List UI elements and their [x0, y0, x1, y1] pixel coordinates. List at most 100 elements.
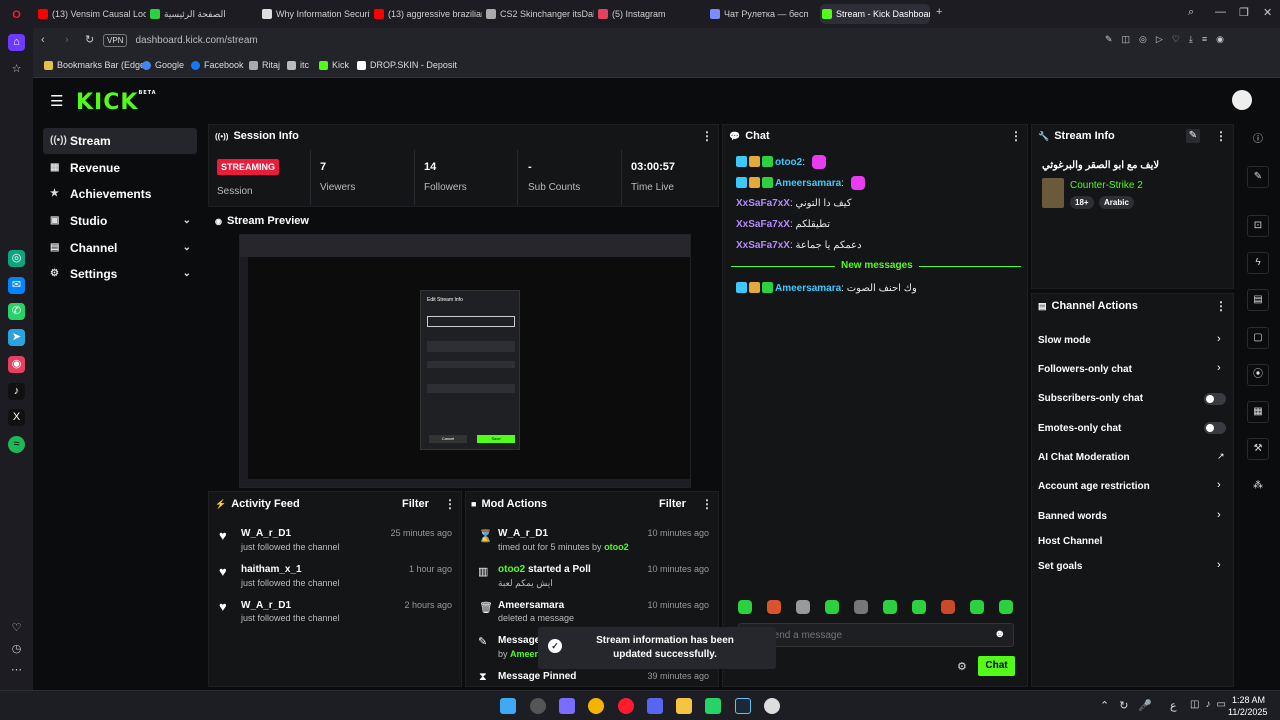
wrench-icon[interactable]: ⚒ — [1247, 438, 1269, 460]
forward-icon[interactable]: › — [65, 34, 69, 46]
mod-user[interactable]: otoo2 started a Poll — [498, 564, 591, 575]
browser-tab[interactable]: Чат Рулетка — бесп — [708, 4, 818, 24]
tray-icons[interactable]: ⌃↻🎤 — [1100, 699, 1162, 712]
chrome-icon[interactable] — [588, 698, 604, 714]
browser-tab[interactable]: الصفحة الرئيسية — [148, 4, 258, 24]
browser-tab[interactable]: (13) Vensim Causal Loop [ — [36, 4, 146, 24]
emote-icon[interactable] — [970, 600, 984, 614]
browser-tab[interactable]: CS2 Skinchanger itsDaBoR — [484, 4, 594, 24]
user-avatar[interactable] — [1232, 90, 1252, 110]
emote-icon[interactable] — [883, 600, 897, 614]
kebab-menu-icon[interactable]: ⋮ — [444, 497, 456, 511]
chat-send-button[interactable]: Chat — [978, 656, 1015, 676]
activity-user[interactable]: W_A_r_D1 — [241, 528, 291, 539]
chevron-right-icon[interactable]: › — [1217, 479, 1221, 491]
tray-status-icons[interactable]: ◫♪▭ — [1190, 699, 1232, 710]
file-explorer-icon[interactable] — [676, 698, 692, 714]
bookmark[interactable]: DROP.SKIN - Deposit — [357, 60, 457, 70]
toolbar-icons[interactable]: ✎◫◎▷♡⤓≡◉ — [1105, 34, 1233, 45]
mod-user[interactable]: Message Pinned — [498, 671, 576, 682]
kebab-menu-icon[interactable]: ⋮ — [1215, 129, 1227, 143]
ai-chat-moderation-item[interactable]: AI Chat Moderation — [1038, 452, 1130, 463]
chat-input[interactable] — [738, 623, 1014, 647]
emote-icon[interactable] — [738, 600, 752, 614]
slow-mode-item[interactable]: Slow mode — [1038, 335, 1091, 346]
host-channel-item[interactable]: Host Channel — [1038, 536, 1102, 547]
search-icon[interactable] — [530, 698, 546, 714]
emote-icon[interactable] — [796, 600, 810, 614]
category-thumbnail[interactable] — [1042, 178, 1064, 208]
clock-date[interactable]: 11/2/2025 — [1228, 707, 1267, 717]
tiktok-icon[interactable]: ♪ — [8, 383, 25, 400]
search-tabs-icon[interactable]: ⌕ — [1188, 6, 1194, 19]
mod-user[interactable]: Ameersamara — [498, 600, 564, 611]
chevron-right-icon[interactable]: › — [1217, 559, 1221, 571]
chevron-right-icon[interactable]: › — [1217, 362, 1221, 374]
more-icon[interactable]: ⋯ — [8, 662, 25, 679]
banned-words-item[interactable]: Banned words — [1038, 511, 1107, 522]
emote-icon[interactable] — [854, 600, 868, 614]
activity-user[interactable]: W_A_r_D1 — [241, 600, 291, 611]
chat-username[interactable]: XxSaFa7xX — [736, 219, 790, 230]
opera-logo-icon[interactable]: O — [8, 7, 25, 24]
spotify-icon[interactable]: ≈ — [8, 436, 25, 453]
nav-settings[interactable]: ⚙ Settings ⌄ — [43, 261, 197, 287]
info-icon[interactable]: ⓘ — [1247, 130, 1269, 152]
bookmark[interactable]: Facebook — [191, 60, 244, 70]
account-age-item[interactable]: Account age restriction — [1038, 481, 1150, 492]
edit-icon[interactable]: ✎ — [1186, 129, 1200, 143]
history-icon[interactable]: ◷ — [8, 641, 25, 658]
kebab-menu-icon[interactable]: ⋮ — [701, 129, 713, 143]
instagram-icon[interactable]: ◉ — [8, 356, 25, 373]
followers-only-item[interactable]: Followers-only chat — [1038, 364, 1132, 375]
whatsapp-icon[interactable]: ✆ — [8, 303, 25, 320]
document-icon[interactable]: ▤ — [1247, 289, 1269, 311]
messenger-icon[interactable]: ✉ — [8, 277, 25, 294]
kick-logo[interactable]: KICKBETA — [76, 90, 157, 115]
emote-icon[interactable] — [767, 600, 781, 614]
stream-preview-video[interactable]: Edit Stream Info Cancel Save — [239, 234, 691, 488]
browser-tab[interactable]: (13) aggressive brazilian p — [372, 4, 482, 24]
mod-by-user[interactable]: otoo2 — [604, 542, 629, 552]
star-icon[interactable]: ☆ — [8, 61, 25, 78]
home-icon[interactable]: ⌂ — [8, 34, 25, 51]
chat-username[interactable]: otoo2 — [775, 157, 802, 168]
emote-icon[interactable] — [999, 600, 1013, 614]
whatsapp-taskbar-icon[interactable] — [705, 698, 721, 714]
bookmark[interactable]: Ritaj — [249, 60, 280, 70]
mod-user[interactable]: Message — [498, 635, 540, 646]
steam-icon[interactable] — [735, 698, 751, 714]
lightning-icon[interactable]: ϟ — [1247, 252, 1269, 274]
chatgpt-icon[interactable]: ◎ — [8, 250, 25, 267]
copilot-icon[interactable] — [559, 698, 575, 714]
x-icon[interactable]: X — [8, 409, 25, 426]
windows-start-icon[interactable] — [500, 698, 516, 714]
nav-channel[interactable]: ▤ Channel ⌄ — [43, 235, 197, 261]
close-window-button[interactable]: ✕ — [1263, 6, 1272, 19]
chat-username[interactable]: XxSaFa7xX — [736, 198, 790, 209]
browser-tab-active[interactable]: Stream - Kick Dashboard — [820, 4, 930, 24]
channel-actions-rail-icon[interactable]: ▦ — [1247, 401, 1269, 423]
discord-icon[interactable] — [647, 698, 663, 714]
heart-icon[interactable]: ♡ — [8, 620, 25, 637]
bookmark[interactable]: Google — [142, 60, 184, 70]
new-tab-button[interactable]: + — [936, 6, 942, 18]
kebab-menu-icon[interactable]: ⋮ — [1215, 299, 1227, 313]
kebab-menu-icon[interactable]: ⋮ — [1010, 129, 1022, 143]
set-goals-item[interactable]: Set goals — [1038, 561, 1082, 572]
chat-username[interactable]: Ameersamara — [775, 178, 841, 189]
new-messages-label[interactable]: New messages — [835, 260, 919, 271]
browser-tab[interactable]: Why Information Security — [260, 4, 370, 24]
vpn-badge[interactable]: VPN — [103, 34, 128, 47]
back-icon[interactable]: ‹ — [41, 34, 45, 46]
capture-icon[interactable]: ⊡ — [1247, 215, 1269, 237]
external-link-icon[interactable]: ↗ — [1217, 451, 1225, 462]
bookmark[interactable]: itc — [287, 60, 309, 70]
users-icon[interactable]: ⁂ — [1247, 476, 1269, 498]
kebab-menu-icon[interactable]: ⋮ — [701, 497, 713, 511]
mod-filter-button[interactable]: Filter — [659, 498, 686, 510]
maximize-button[interactable]: ❐ — [1239, 6, 1249, 19]
nav-revenue[interactable]: ▦ Revenue — [43, 155, 197, 181]
chat-bubble-icon[interactable]: ▢ — [1247, 327, 1269, 349]
emote-icon[interactable] — [912, 600, 926, 614]
